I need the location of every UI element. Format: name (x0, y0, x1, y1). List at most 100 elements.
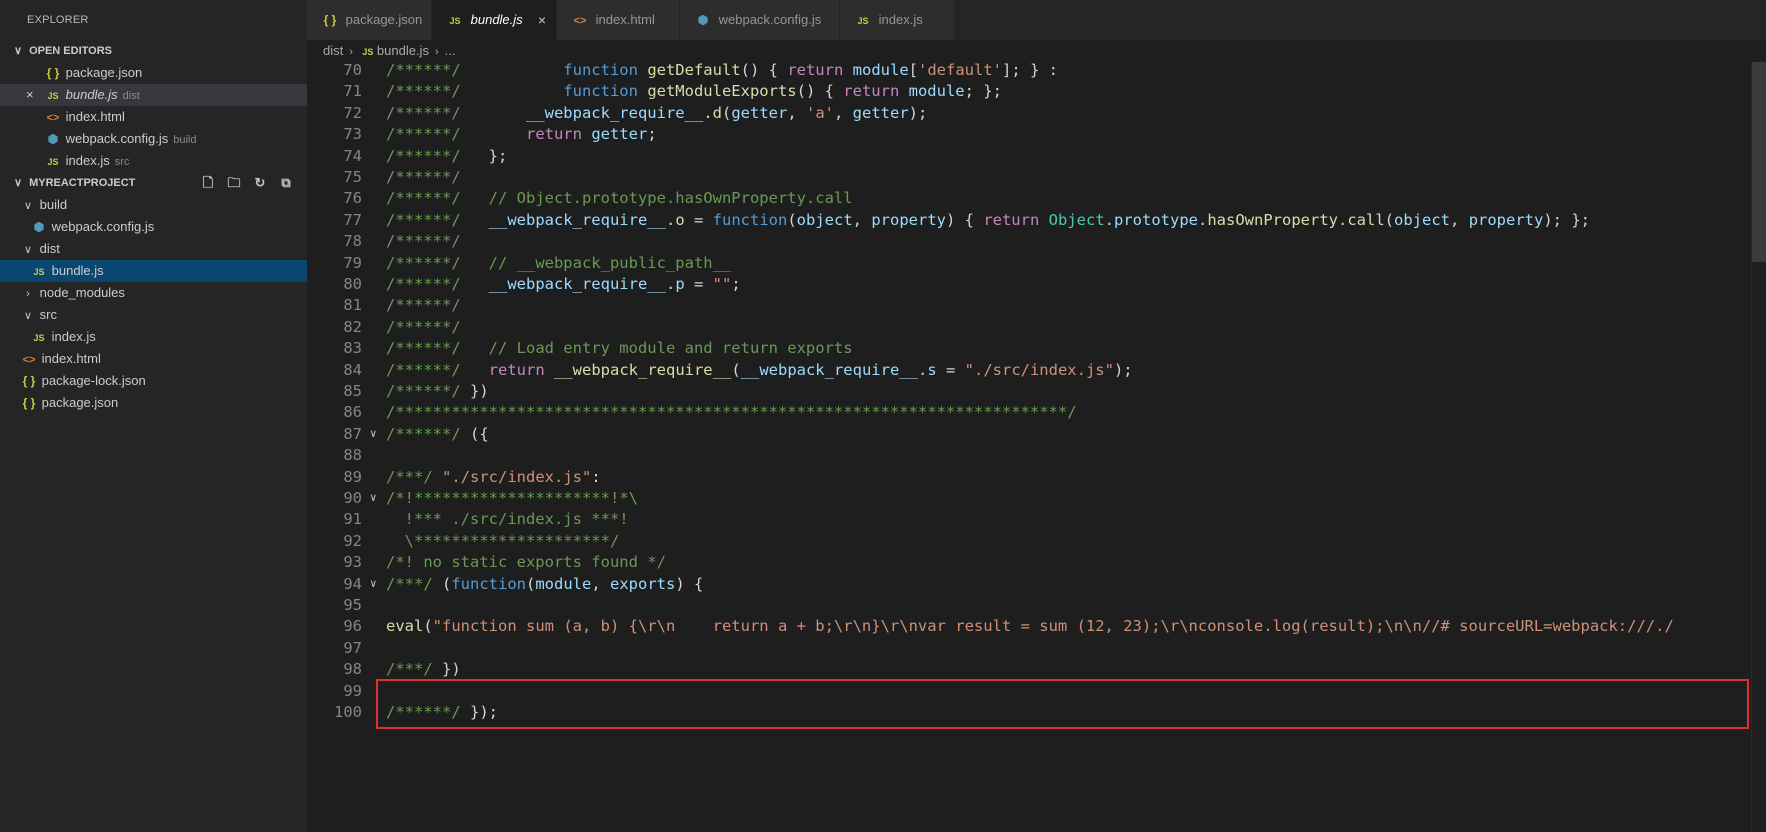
code-text: \*********************/ (386, 531, 620, 550)
code-text: eval("function sum (a, b) {\r\n return a… (386, 617, 1674, 636)
line-number: 81 (343, 296, 362, 315)
fold-chevron-icon[interactable]: ∨ (370, 572, 377, 596)
js-file-icon: JS (33, 267, 45, 277)
breadcrumb-file[interactable]: bundle.js (377, 43, 429, 58)
tree-item-index-js[interactable]: JS index.js (0, 326, 307, 348)
open-editor-label: bundle.js (65, 87, 118, 102)
tab-label: index.js (878, 12, 923, 27)
close-icon[interactable]: × (538, 0, 546, 40)
tree-item-label: package.json (41, 395, 119, 410)
tab-label: bundle.js (470, 12, 523, 27)
json-file-icon: { } (22, 396, 36, 410)
line-number: 80 (343, 275, 362, 293)
open-editor-hint: build (173, 134, 197, 146)
tab-label: index.html (595, 12, 655, 27)
tab-label: package.json (345, 12, 423, 27)
open-editor-item-package-json[interactable]: { } package.json (0, 62, 307, 84)
line-number: 97 (343, 638, 362, 657)
line-number: 78 (343, 232, 362, 251)
tree-item-label: node_modules (39, 285, 125, 300)
open-editor-label: webpack.config.js (65, 131, 169, 146)
editor-tab-bar: { } package.json JS bundle.js × <> index… (307, 0, 1766, 40)
open-editor-item-index-html[interactable]: <> index.html (0, 106, 307, 128)
close-icon[interactable]: × (26, 84, 34, 106)
code-text: /******/ }) (386, 382, 489, 400)
line-number: 82 (343, 317, 362, 336)
tree-item-dist[interactable]: ∨ dist (0, 238, 307, 260)
json-file-icon: { } (323, 13, 337, 27)
code-text: /******/ (386, 168, 461, 186)
tree-item-label: package-lock.json (41, 373, 146, 388)
tab-index-html[interactable]: <> index.html (557, 0, 680, 40)
chevron-down-icon: ∨ (23, 200, 33, 212)
open-editor-label: index.js (65, 153, 110, 168)
line-number: 100 (334, 703, 362, 721)
line-number: 99 (343, 681, 362, 700)
line-number: 89 (343, 467, 362, 486)
tree-item-webpack-config[interactable]: ⬢ webpack.config.js (0, 216, 307, 238)
chevron-down-icon: ∨ (23, 310, 33, 322)
code-editor[interactable]: 70/******/ function getDefault() { retur… (307, 62, 1766, 832)
tree-item-bundle-js[interactable]: JS bundle.js (0, 260, 307, 282)
tree-item-label: src (39, 307, 57, 322)
tree-item-index-html[interactable]: <> index.html (0, 348, 307, 370)
breadcrumb-folder[interactable]: dist (323, 43, 343, 58)
json-file-icon: { } (46, 66, 60, 80)
tree-item-src[interactable]: ∨ src (0, 304, 307, 326)
tab-bundle-js[interactable]: JS bundle.js × (432, 0, 557, 40)
fold-chevron-icon[interactable]: ∨ (370, 486, 377, 510)
html-file-icon: <> (573, 15, 587, 27)
line-number: 85 (343, 382, 362, 400)
json-file-icon: { } (22, 374, 36, 388)
code-text: /******/ return getter; (386, 125, 657, 144)
tab-index-js[interactable]: JS index.js (840, 0, 955, 40)
collapse-all-icon[interactable]: ⧉ (273, 172, 299, 194)
chevron-down-icon: ∨ (23, 244, 33, 256)
code-text: /******/ // Load entry module and return… (386, 339, 853, 358)
code-text: /***/ (function(module, exports) { (386, 574, 704, 593)
breadcrumb: dist › JS bundle.js ›... (307, 40, 1766, 62)
open-editor-item-bundle-js[interactable]: × JS bundle.js dist (0, 84, 307, 106)
code-text: /******/ (386, 296, 461, 315)
project-actions: 🗋 🗀 ↻ ⧉ (195, 172, 299, 194)
line-number: 88 (343, 446, 362, 465)
line-number: 73 (343, 125, 362, 144)
tree-item-package-json[interactable]: { } package.json (0, 392, 307, 414)
code-text: /******/ }); (386, 703, 498, 721)
open-editor-label: package.json (65, 65, 143, 80)
line-number: 92 (343, 531, 362, 550)
code-text: /******/ __webpack_require__.d(getter, '… (386, 103, 928, 122)
code-text: /******/ __webpack_require__.o = functio… (386, 210, 1591, 229)
project-header[interactable]: ∨ MYREACTPROJECT 🗋 🗀 ↻ ⧉ (0, 172, 307, 194)
tab-webpack-config[interactable]: ⬢ webpack.config.js (680, 0, 840, 40)
tree-item-build[interactable]: ∨ build (0, 194, 307, 216)
line-number: 84 (343, 360, 362, 379)
open-editor-item-index-js[interactable]: JS index.js src (0, 150, 307, 172)
chevron-down-icon: ∨ (13, 177, 23, 189)
tab-package-json[interactable]: { } package.json (307, 0, 432, 40)
chevron-right-icon: › (26, 288, 30, 300)
refresh-icon[interactable]: ↻ (247, 172, 273, 194)
fold-chevron-icon[interactable]: ∨ (370, 422, 377, 446)
tree-item-label: build (39, 197, 68, 212)
line-number: 95 (343, 596, 362, 614)
tree-item-package-lock-json[interactable]: { } package-lock.json (0, 370, 307, 392)
line-number: 87 (343, 424, 362, 443)
js-file-icon: JS (47, 91, 59, 101)
line-number: 72 (343, 103, 362, 122)
line-number: 74 (343, 146, 362, 165)
line-number: 77 (343, 210, 362, 229)
breadcrumb-more[interactable]: ... (445, 43, 456, 58)
code-text: /******/ // __webpack_public_path__ (386, 253, 732, 272)
open-editor-item-webpack-config[interactable]: ⬢ webpack.config.js build (0, 128, 307, 150)
tree-item-label: bundle.js (51, 263, 104, 278)
code-text: /*!*********************!*\ (386, 489, 638, 507)
new-file-icon[interactable]: 🗋 (195, 172, 221, 194)
open-editors-header[interactable]: ∨ OPEN EDITORS (0, 40, 307, 62)
editor-scrollbar[interactable] (1752, 62, 1766, 262)
line-number: 98 (343, 660, 362, 679)
code-text: /******/ __webpack_require__.p = ""; (386, 275, 741, 293)
tree-item-node-modules[interactable]: › node_modules (0, 282, 307, 304)
line-number: 76 (343, 189, 362, 208)
new-folder-icon[interactable]: 🗀 (221, 172, 247, 194)
